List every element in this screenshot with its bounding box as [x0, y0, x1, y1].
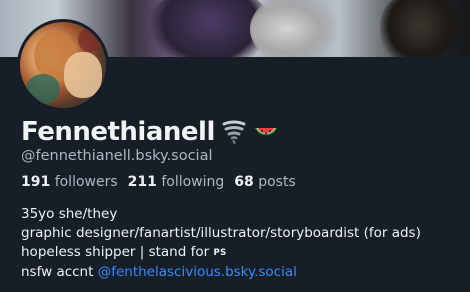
followers-count: 191	[21, 174, 51, 190]
avatar-art-shape	[64, 52, 102, 98]
avatar-art-shape	[78, 28, 102, 52]
tornado-icon	[222, 120, 246, 145]
posts-label: posts	[258, 174, 296, 190]
avatar-art-shape	[26, 74, 60, 104]
banner-figure-shape	[380, 0, 460, 57]
posts-stat: 68 posts	[234, 174, 295, 190]
name-row: Fennethianell	[21, 114, 279, 150]
bio-line: hopeless shipper | stand for PS	[21, 243, 461, 263]
profile-avatar[interactable]	[17, 19, 109, 111]
bio-line: 35yo she/they	[21, 206, 118, 222]
followers-label: followers	[54, 174, 118, 190]
profile-bio: 35yo she/they graphic designer/fanartist…	[21, 205, 461, 282]
following-label: following	[161, 174, 225, 190]
profile-stats: 191 followers 211 following 68 posts	[21, 174, 296, 190]
bio-line-text: nsfw accnt	[21, 264, 98, 280]
watermelon-icon	[254, 128, 277, 137]
bio-line: nsfw accnt @fenthelascivious.bsky.social	[21, 263, 461, 282]
bio-line-text: hopeless shipper | stand for	[21, 244, 214, 260]
banner-horse-shape	[250, 0, 340, 57]
ps-mark: PS	[213, 248, 227, 258]
posts-count: 68	[234, 174, 254, 190]
nsfw-account-link[interactable]: @fenthelascivious.bsky.social	[98, 264, 297, 280]
following-stat[interactable]: 211 following	[128, 174, 225, 190]
followers-stat[interactable]: 191 followers	[21, 174, 118, 190]
display-name: Fennethianell	[21, 117, 215, 147]
profile-handle: @fennethianell.bsky.social	[21, 148, 213, 164]
following-count: 211	[127, 174, 157, 190]
bio-line: graphic designer/fanartist/illustrator/s…	[21, 225, 421, 241]
